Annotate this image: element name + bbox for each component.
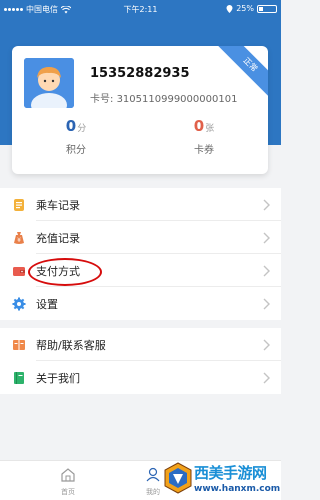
coupons-stat[interactable]: 0张 卡券 (140, 116, 268, 156)
menu-label-settings: 设置 (36, 297, 58, 311)
menu-item-ride-records[interactable]: 乘车记录 (0, 188, 281, 221)
chevron-right-icon (263, 265, 270, 277)
menu-label-help: 帮助/联系客服 (36, 338, 106, 352)
card-number-label: 卡号: (90, 94, 114, 105)
watermark-title: 西美手游网 (194, 464, 267, 482)
coupons-value: 0 (193, 117, 205, 135)
points-unit: 分 (77, 124, 87, 134)
home-icon (61, 468, 75, 482)
points-value: 0 (65, 117, 77, 135)
tab-home-label: 首页 (61, 488, 75, 496)
user-icon (146, 467, 160, 482)
highlight-annotation-oval (28, 258, 102, 286)
menu-label-recharge-records: 充值记录 (36, 231, 80, 245)
about-book-icon (12, 371, 26, 385)
phone-number: 15352882935 (90, 66, 190, 81)
status-right: 25% (226, 4, 277, 13)
card-number-row: 卡号: 3105110999000000101 (90, 90, 237, 105)
ride-record-icon (12, 198, 26, 212)
chevron-right-icon (263, 372, 270, 384)
menu-group-support: 帮助/联系客服 关于我们 (0, 328, 281, 394)
chevron-right-icon (263, 298, 270, 310)
watermark-url: www.hanxm.com (194, 484, 281, 494)
card-number: 3105110999000000101 (116, 94, 238, 105)
menu-label-about: 关于我们 (36, 371, 80, 385)
help-book-icon (12, 338, 26, 352)
recharge-record-icon: ¥ (12, 231, 26, 245)
user-avatar-icon (24, 58, 74, 108)
battery-icon (257, 4, 277, 13)
menu-item-help[interactable]: 帮助/联系客服 (0, 328, 281, 361)
gear-icon (12, 297, 26, 311)
menu-label-ride-records: 乘车记录 (36, 198, 80, 212)
menu-item-settings[interactable]: 设置 (0, 287, 281, 320)
wallet-icon (12, 264, 26, 278)
chevron-right-icon (263, 199, 270, 211)
points-stat[interactable]: 0分 积分 (12, 116, 140, 156)
status-bar: 中国电信 下午2:11 25% (0, 0, 281, 18)
chevron-right-icon (263, 339, 270, 351)
svg-text:¥: ¥ (17, 237, 21, 244)
watermark-logo (164, 462, 192, 494)
menu-item-about[interactable]: 关于我们 (0, 361, 281, 394)
avatar[interactable] (24, 58, 74, 108)
points-label: 积分 (66, 145, 86, 156)
profile-card[interactable]: 正常 15352882935 卡号: 3105110999000000101 0… (12, 46, 268, 174)
battery-label: 25% (236, 4, 254, 13)
menu-item-recharge-records[interactable]: ¥ 充值记录 (0, 221, 281, 254)
location-icon (226, 4, 233, 13)
site-watermark: 西美手游网 www.hanxm.com (160, 458, 281, 500)
tab-home[interactable]: 首页 (50, 467, 86, 497)
coupons-unit: 张 (205, 124, 215, 134)
chevron-right-icon (263, 232, 270, 244)
menu-group-main: 乘车记录 ¥ 充值记录 支付方式 设置 (0, 188, 281, 320)
coupons-label: 卡券 (194, 145, 214, 156)
